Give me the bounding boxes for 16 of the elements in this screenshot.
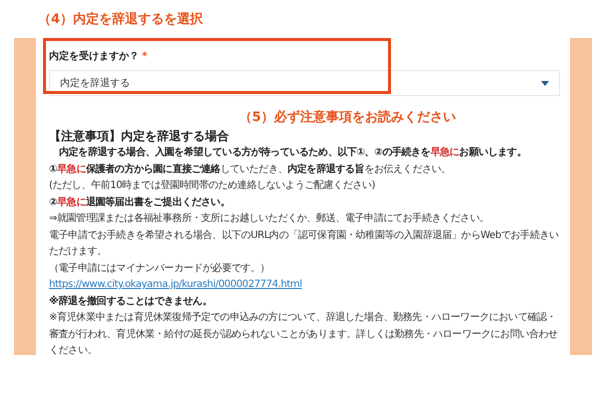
notice-paragraph: ⇒就園管理課または各福祉事務所・支所にお越しいただくか、郵送、電子申請にてお手続きください。: [49, 212, 490, 226]
notice-heading: 【注意事項】内定を辞退する場合: [49, 128, 230, 145]
notice-paragraph: ②早急に退園等届出書をご提出ください。: [49, 196, 231, 210]
notice-paragraph: （電子申請にはマイナンバーカードが必要です。）: [49, 262, 271, 276]
notice-paragraph: ※育児休業中または育児休業復帰予定での申込みの方について、辞退した場合、勤務先・ハローワークにおいて確認・審査が行われ、育児休業・給付の延長が認められないことがあります。詳しくは勤務先・ハローワークにお問い合わせください。: [49, 310, 559, 358]
notice-paragraph: ①早急に保護者の方から園に直接ご連絡していただき、内定を辞退する旨をお伝えください。: [49, 162, 452, 176]
step-caption: （5）必ず注意事項をお読みください: [239, 108, 458, 126]
notice-paragraph: 内定を辞退する場合、入園を希望している方が待っているため、以下①、②の手続きを早急にお願いします。: [58, 145, 528, 160]
step-caption: （4）内定を辞退するを選択: [38, 10, 204, 29]
notice-paragraph: 電子申請でお手続きを希望される場合、以下のURL内の「認可保育園・幼稚園等の入園辞退届」からWebでお手続きいただけます。: [49, 228, 560, 259]
notice-link[interactable]: https://www.city.okayama.jp/kurashi/0000027774.html: [49, 279, 302, 290]
notice-paragraph: (ただし、午前10時までは登園時間帯のため連絡しないようご配慮ください): [49, 178, 376, 193]
notice-paragraph: ※辞退を撤回することはできません。: [49, 294, 213, 308]
answer-dropdown[interactable]: 内定を辞退する: [49, 70, 560, 96]
caret-icon: [541, 80, 549, 86]
question-label: 内定を受けますか？ *: [49, 49, 148, 64]
